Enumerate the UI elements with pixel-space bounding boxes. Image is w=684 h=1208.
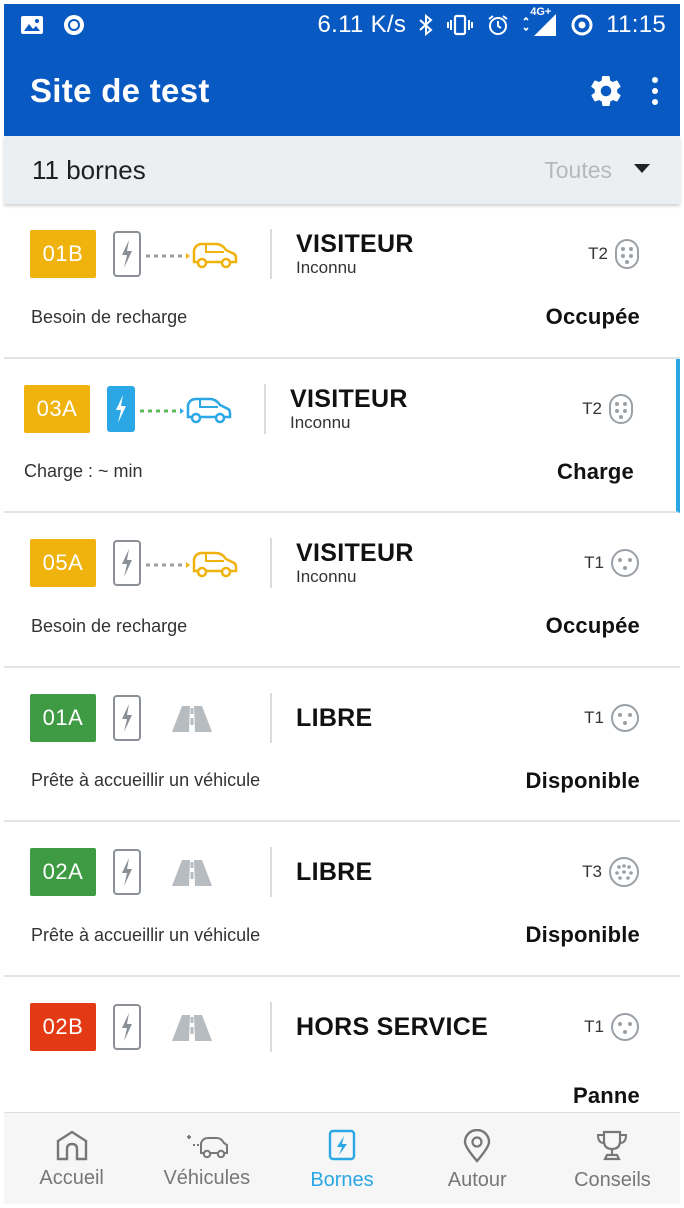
network-speed: 6.11 K/s <box>317 11 407 38</box>
home-icon <box>56 1130 87 1161</box>
station-row-01B[interactable]: 01B VISITEUR Inconnu T2 Besoin de rechar… <box>4 204 680 359</box>
car-yellow-icon <box>146 242 238 269</box>
nav-item-vehicules[interactable]: Véhicules <box>139 1113 274 1204</box>
station-id-badge: 02A <box>30 848 96 896</box>
divider <box>270 847 272 897</box>
car-plug-icon <box>186 1135 228 1159</box>
station-row-02A[interactable]: 02A LIBRE T3 Prête à accueillir un véhic… <box>4 822 680 977</box>
plug-outline-icon <box>113 1003 141 1050</box>
connector-type: T1 <box>584 553 604 572</box>
connector-t1-icon <box>611 1012 639 1041</box>
network-type: 4G+ <box>530 6 552 18</box>
road-icon <box>172 860 212 886</box>
divider <box>264 383 266 434</box>
status-filter-dropdown[interactable]: Toutes <box>544 157 650 184</box>
record-notification-icon <box>62 13 86 37</box>
station-state: Occupée <box>545 613 640 638</box>
plug-outline-icon <box>113 694 141 741</box>
nav-label: Conseils <box>574 1169 651 1191</box>
station-row-02B[interactable]: 02B HORS SERVICE T1 Panne <box>4 976 680 1112</box>
plug-outline-icon <box>113 540 141 586</box>
station-detail: Besoin de recharge <box>31 306 188 327</box>
plug-outline-icon <box>113 231 141 277</box>
station-row-03A[interactable]: 03A VISITEUR Inconnu T2 Charge : ~ min C… <box>4 358 680 513</box>
connector-t2-icon <box>609 393 633 424</box>
vibrate-icon <box>446 13 474 37</box>
app-bar: Site de test <box>4 46 680 136</box>
station-count: 11 bornes <box>32 154 146 185</box>
signal-icon: 4G+ <box>522 6 558 38</box>
station-user-subtitle: Inconnu <box>290 412 351 432</box>
station-row-05A[interactable]: 05A VISITEUR Inconnu T1 Besoin de rechar… <box>4 513 680 668</box>
connector-type: T2 <box>582 398 602 418</box>
bluetooth-icon <box>418 13 434 37</box>
station-id-badge: 01A <box>30 693 96 742</box>
bottom-navigation: Accueil Véhicules Bornes Autour Conseils <box>4 1112 680 1204</box>
station-user-title: LIBRE <box>296 858 373 886</box>
station-id-badge: 05A <box>30 539 96 587</box>
plug-outline-icon <box>113 849 141 895</box>
station-user-title: LIBRE <box>296 703 373 732</box>
filter-bar: 11 bornes Toutes <box>4 136 680 204</box>
connector-type: T1 <box>584 1016 604 1036</box>
nav-label: Autour <box>447 1169 507 1191</box>
dropdown-arrow-icon <box>634 161 650 179</box>
station-id-badge: 02B <box>30 1002 96 1051</box>
divider <box>270 538 272 588</box>
road-icon <box>172 1014 212 1041</box>
gallery-notification-icon <box>20 15 44 35</box>
station-state: Disponible <box>525 767 640 793</box>
station-state: Disponible <box>525 922 640 947</box>
connector-type: T1 <box>584 707 604 727</box>
data-saver-icon <box>570 13 594 37</box>
road-icon <box>172 705 212 732</box>
page-title: Site de test <box>30 72 210 109</box>
nav-label: Accueil <box>39 1167 104 1189</box>
station-detail: Prête à accueillir un véhicule <box>31 770 261 790</box>
station-detail: Charge : ~ min <box>24 461 143 481</box>
station-user-title: VISITEUR <box>296 539 414 567</box>
station-id-badge: 01B <box>30 230 96 278</box>
station-user-title: HORS SERVICE <box>296 1012 489 1041</box>
filter-value: Toutes <box>544 156 612 183</box>
station-user-title: VISITEUR <box>290 384 408 413</box>
car-yellow-icon <box>146 551 238 578</box>
connector-t2-icon <box>615 239 639 269</box>
connector-type: T2 <box>588 244 608 263</box>
connector-t1-icon <box>611 703 639 732</box>
connector-t3-icon <box>609 857 639 887</box>
station-id-badge: 03A <box>24 384 90 433</box>
station-state: Panne <box>572 1082 640 1108</box>
plug-charging-icon <box>107 385 135 432</box>
map-pin-icon <box>464 1129 491 1163</box>
station-detail: Besoin de recharge <box>31 615 188 636</box>
nav-item-autour[interactable]: Autour <box>410 1113 545 1204</box>
divider <box>270 229 272 279</box>
station-list: 01B VISITEUR Inconnu T2 Besoin de rechar… <box>4 204 680 1112</box>
overflow-menu-icon[interactable] <box>650 76 660 106</box>
nav-item-conseils[interactable]: Conseils <box>545 1113 680 1204</box>
connector-t1-icon <box>611 549 639 577</box>
station-row-01A[interactable]: 01A LIBRE T1 Prête à accueillir un véhic… <box>4 667 680 822</box>
connector-type: T3 <box>582 862 602 881</box>
car-blue-icon <box>140 397 232 423</box>
charging-station-icon <box>328 1129 356 1161</box>
nav-item-bornes[interactable]: Bornes <box>274 1113 409 1204</box>
alarm-icon <box>486 13 510 37</box>
nav-label: Véhicules <box>163 1167 251 1189</box>
status-bar: 6.11 K/s 4G+ 11:15 <box>4 4 680 46</box>
nav-item-accueil[interactable]: Accueil <box>4 1113 139 1204</box>
station-user-subtitle: Inconnu <box>296 258 357 277</box>
divider <box>270 1001 272 1052</box>
trophy-icon <box>597 1130 628 1161</box>
station-user-subtitle: Inconnu <box>296 567 357 586</box>
nav-label: Bornes <box>310 1169 374 1191</box>
gear-icon[interactable] <box>588 73 624 109</box>
station-user-title: VISITEUR <box>296 230 414 258</box>
clock: 11:15 <box>606 11 666 38</box>
station-detail: Prête à accueillir un véhicule <box>31 924 261 945</box>
divider <box>270 692 272 743</box>
station-state: Occupée <box>545 304 640 329</box>
station-state: Charge <box>557 458 634 484</box>
